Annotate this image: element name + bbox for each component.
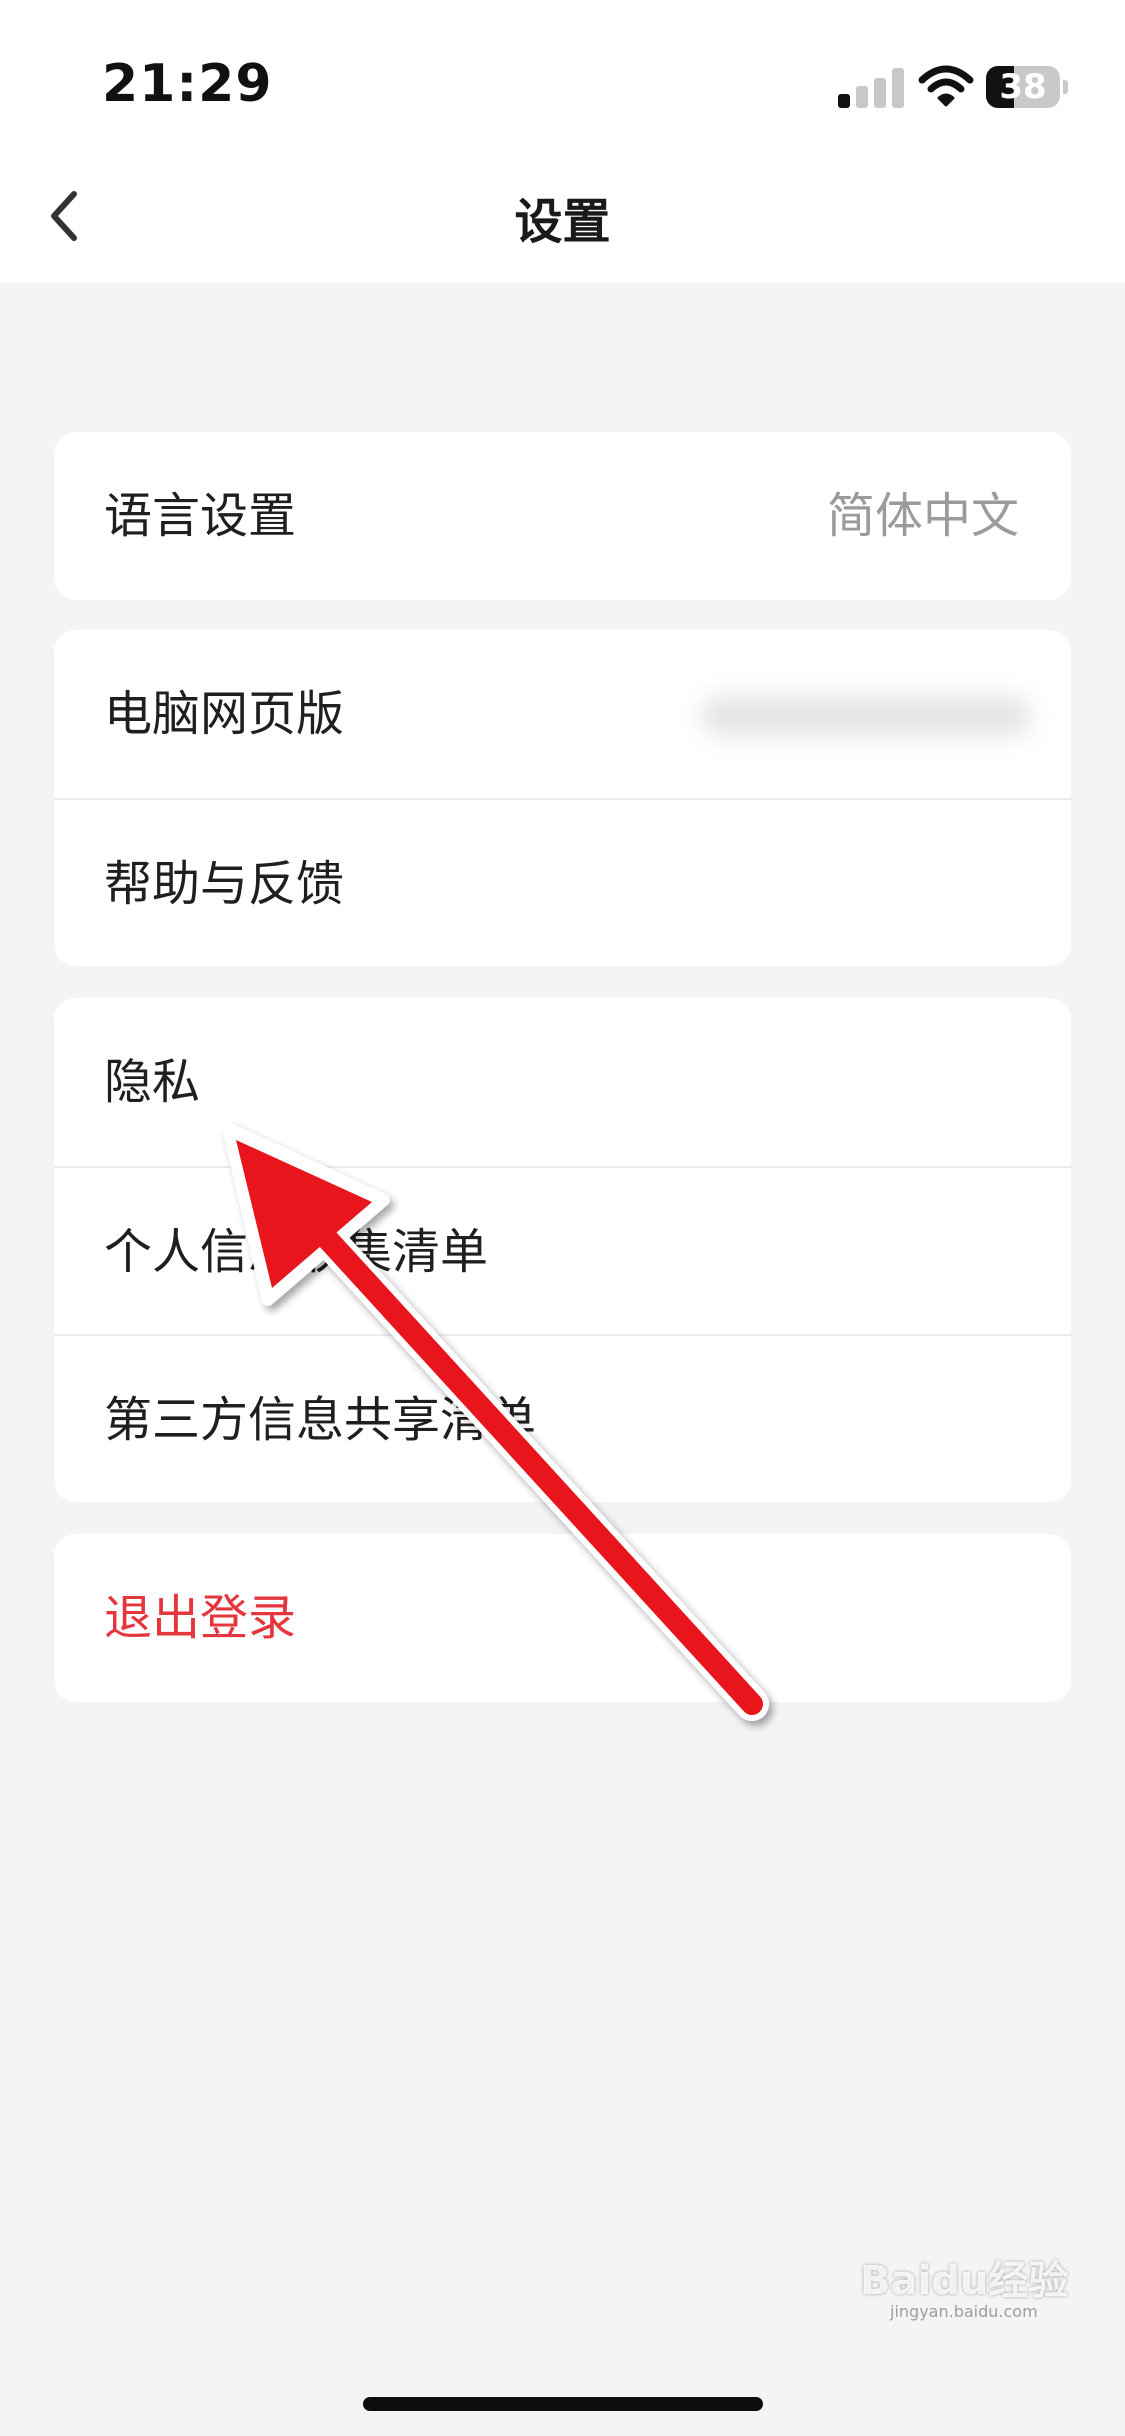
web-version-label: 电脑网页版	[104, 686, 345, 742]
logout-label: 退出登录	[104, 1590, 297, 1646]
help-feedback-row[interactable]: 帮助与反馈	[54, 798, 1071, 966]
blurred-url	[701, 696, 1031, 736]
watermark-url: jingyan.baidu.com	[890, 2302, 1038, 2321]
page-title: 设置	[514, 194, 611, 250]
logout-card: 退出登录	[54, 1534, 1071, 1702]
privacy-row[interactable]: 隐私	[54, 998, 1071, 1166]
cellular-signal-icon	[838, 68, 904, 108]
personal-info-list-row[interactable]: 个人信息收集清单	[54, 1166, 1071, 1334]
third-party-share-list-row[interactable]: 第三方信息共享清单	[54, 1334, 1071, 1502]
personal-info-list-label: 个人信息收集清单	[104, 1224, 489, 1280]
top-bar: 21:29 38 设置	[0, 0, 1125, 282]
help-feedback-label: 帮助与反馈	[104, 856, 345, 912]
logout-button[interactable]: 退出登录	[54, 1534, 1071, 1702]
battery-level: 38	[999, 67, 1047, 107]
language-card: 语言设置 简体中文	[54, 432, 1071, 600]
battery-icon: 38	[986, 66, 1068, 108]
watermark: Baidu经验	[860, 2258, 1069, 2304]
privacy-card: 隐私 个人信息收集清单 第三方信息共享清单	[54, 998, 1071, 1502]
third-party-share-list-label: 第三方信息共享清单	[104, 1392, 537, 1448]
language-settings-row[interactable]: 语言设置 简体中文	[54, 432, 1071, 600]
language-settings-label: 语言设置	[104, 488, 297, 544]
home-indicator[interactable]	[363, 2397, 763, 2411]
general-card: 电脑网页版 帮助与反馈	[54, 630, 1071, 966]
web-version-row[interactable]: 电脑网页版	[54, 630, 1071, 798]
privacy-label: 隐私	[104, 1054, 201, 1110]
language-value: 简体中文	[826, 488, 1019, 544]
status-time: 21:29	[102, 54, 273, 114]
wifi-icon	[918, 64, 974, 108]
